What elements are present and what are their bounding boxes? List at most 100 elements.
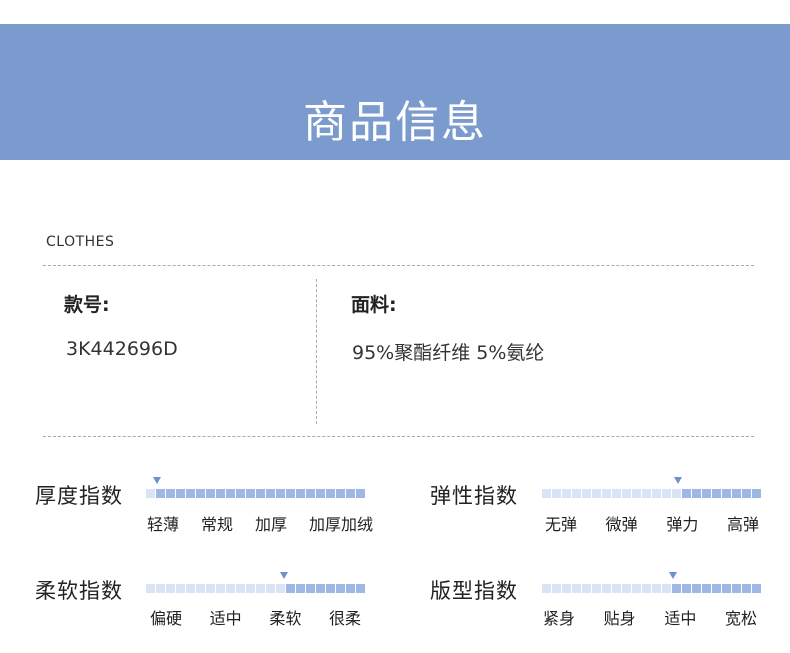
index-bar-segment <box>316 584 325 593</box>
thickness-option: 加厚加绒 <box>308 515 373 534</box>
style-number-value: 3K442696D <box>66 338 178 360</box>
index-bar-segment <box>552 489 561 498</box>
index-bar-segment <box>562 489 571 498</box>
index-bar-segment <box>572 584 581 593</box>
index-bar-segment <box>206 489 215 498</box>
elasticity-option: 微弹 <box>605 515 638 534</box>
fit-option: 紧身 <box>543 609 576 628</box>
index-bar-segment <box>216 489 225 498</box>
thickness-index-label: 厚度指数 <box>35 484 123 508</box>
thickness-option: 常规 <box>200 515 233 534</box>
divider-bottom <box>43 436 754 437</box>
index-bar-segment <box>632 584 641 593</box>
index-bar-segment <box>542 584 551 593</box>
index-bar-segment <box>652 584 661 593</box>
elasticity-option: 无弹 <box>545 515 578 534</box>
index-bar-segment <box>692 584 701 593</box>
index-bar-segment <box>582 489 591 498</box>
index-bar-segment <box>752 584 761 593</box>
index-bar-segment <box>562 584 571 593</box>
index-bar-segment <box>742 584 751 593</box>
index-bar-segment <box>186 489 195 498</box>
fit-option: 宽松 <box>724 609 757 628</box>
fit-option: 贴身 <box>603 609 636 628</box>
elasticity-index-marker <box>673 477 682 484</box>
index-bar-segment <box>542 489 551 498</box>
index-bar-segment <box>672 584 681 593</box>
index-bar-segment <box>712 489 721 498</box>
index-bar-segment <box>286 489 295 498</box>
index-bar-segment <box>582 584 591 593</box>
index-bar-segment <box>146 489 155 498</box>
thickness-option: 加厚 <box>254 515 287 534</box>
page-title: 商品信息 <box>303 97 487 148</box>
index-bar-segment <box>266 584 275 593</box>
index-bar-segment <box>702 489 711 498</box>
index-bar-segment <box>346 584 355 593</box>
index-bar-segment <box>246 489 255 498</box>
index-bar-segment <box>176 584 185 593</box>
index-bar-segment <box>592 584 601 593</box>
softness-index-label: 柔软指数 <box>35 579 123 603</box>
index-bar-segment <box>742 489 751 498</box>
index-bar-segment <box>286 584 295 593</box>
index-bar-segment <box>166 584 175 593</box>
index-bar-segment <box>276 584 285 593</box>
index-bar-segment <box>166 489 175 498</box>
index-bar-segment <box>642 489 651 498</box>
index-bar-segment <box>592 489 601 498</box>
index-bar-segment <box>602 489 611 498</box>
index-bar-segment <box>336 489 345 498</box>
index-bar-segment <box>186 584 195 593</box>
fit-index-options: 紧身 贴身 适中 宽松 <box>543 605 757 629</box>
softness-option: 很柔 <box>328 609 361 628</box>
index-bar-segment <box>146 584 155 593</box>
index-bar-segment <box>752 489 761 498</box>
elasticity-index-bar <box>542 489 761 498</box>
fit-option: 适中 <box>664 609 697 628</box>
index-bar-segment <box>622 584 631 593</box>
softness-option: 柔软 <box>269 609 302 628</box>
index-bar-segment <box>276 489 285 498</box>
index-bar-segment <box>722 489 731 498</box>
index-bar-segment <box>652 489 661 498</box>
index-bar-segment <box>336 584 345 593</box>
index-bar-segment <box>612 489 621 498</box>
style-number-label: 款号: <box>64 294 110 316</box>
index-bar-segment <box>246 584 255 593</box>
elasticity-index-options: 无弹 微弹 弹力 高弹 <box>545 511 759 535</box>
divider-top <box>43 265 754 266</box>
thickness-option: 轻薄 <box>147 515 180 534</box>
index-bar-segment <box>206 584 215 593</box>
index-bar-segment <box>316 489 325 498</box>
index-bar-segment <box>226 489 235 498</box>
thickness-index-marker <box>152 477 161 484</box>
index-bar-segment <box>572 489 581 498</box>
softness-index-bar <box>146 584 365 593</box>
index-bar-segment <box>296 489 305 498</box>
softness-index-marker <box>279 572 288 579</box>
index-bar-segment <box>356 584 365 593</box>
index-bar-segment <box>236 489 245 498</box>
header-banner: 商品信息 <box>0 24 790 160</box>
fit-index-bar <box>542 584 761 593</box>
index-bar-segment <box>702 584 711 593</box>
index-bar-segment <box>622 489 631 498</box>
divider-vertical <box>316 279 317 424</box>
elasticity-index-label: 弹性指数 <box>430 484 518 508</box>
index-bar-segment <box>256 489 265 498</box>
index-bar-segment <box>256 584 265 593</box>
index-bar-segment <box>156 584 165 593</box>
index-bar-segment <box>196 489 205 498</box>
index-bar-segment <box>602 584 611 593</box>
index-bar-segment <box>346 489 355 498</box>
index-bar-segment <box>356 489 365 498</box>
softness-index-options: 偏硬 适中 柔软 很柔 <box>150 605 361 629</box>
index-bar-segment <box>306 489 315 498</box>
index-bar-segment <box>672 489 681 498</box>
fabric-value: 95%聚酯纤维 5%氨纶 <box>352 342 545 364</box>
index-bar-segment <box>306 584 315 593</box>
index-bar-segment <box>266 489 275 498</box>
elasticity-option: 弹力 <box>666 515 699 534</box>
fabric-label: 面料: <box>351 294 397 316</box>
